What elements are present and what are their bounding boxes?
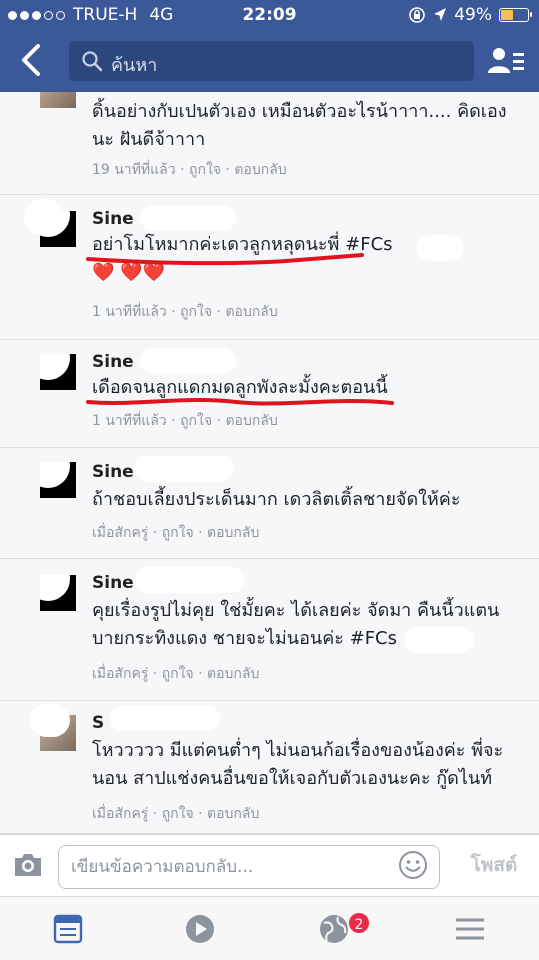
redaction-mark bbox=[24, 199, 64, 235]
comment-item: Sine ถ้าชอบเลี้ยงประเด็นมาก เดวลิตเติ้ลช… bbox=[0, 448, 539, 559]
redaction-mark bbox=[134, 456, 234, 482]
search-placeholder: ค้นหา bbox=[111, 55, 158, 76]
bottom-tab-bar bbox=[0, 896, 539, 960]
comment-time: 1 นาทีที่แล้ว bbox=[92, 413, 167, 429]
commenter-name[interactable]: Sine bbox=[92, 462, 134, 482]
comment-item: S โหววววว มีแต่คนต่ำๆ ไม่นอนก้อเรื่องของ… bbox=[0, 701, 539, 834]
camera-icon[interactable] bbox=[12, 851, 44, 879]
like-link[interactable]: ถูกใจ bbox=[162, 806, 194, 822]
heart-emojis: ❤️ ❤️❤️ bbox=[92, 262, 165, 283]
comment-meta: 19 นาทีที่แล้ว · ถูกใจ · ตอบกลับ bbox=[92, 162, 287, 178]
reply-link[interactable]: ตอบกลับ bbox=[207, 806, 259, 822]
comment-text: เดือดจนลูกแดกมดลูกพังละมั้งคะตอนนี้ bbox=[92, 377, 388, 398]
comment-item: Sine เดือดจนลูกแดกมดลูกพังละมั้งคะตอนนี้… bbox=[0, 340, 539, 448]
redaction-mark bbox=[140, 205, 236, 231]
reply-input[interactable] bbox=[58, 845, 440, 889]
comment-meta: 1 นาทีที่แล้ว · ถูกใจ · ตอบกลับ bbox=[92, 413, 278, 429]
like-link[interactable]: ถูกใจ bbox=[189, 162, 221, 178]
commenter-name[interactable]: Sine bbox=[92, 352, 134, 372]
video-icon[interactable] bbox=[180, 911, 220, 947]
search-icon bbox=[82, 51, 103, 72]
like-link[interactable]: ถูกใจ bbox=[180, 413, 212, 429]
commenter-name[interactable]: S bbox=[92, 713, 104, 733]
comment-text: ถ้าชอบเลี้ยงประเด็นมาก เดวลิตเติ้ลชายจัด… bbox=[92, 489, 461, 510]
emoji-icon[interactable] bbox=[398, 850, 428, 880]
comment-meta: 1 นาทีที่แล้ว · ถูกใจ · ตอบกลับ bbox=[92, 304, 278, 320]
redaction-mark bbox=[140, 348, 236, 374]
redaction-mark bbox=[30, 703, 70, 737]
comment-item: ดิ้นอย่างกับเปนตัวเอง เหมือนตัวอะไรน้าาา… bbox=[0, 92, 539, 195]
comment-time: เมื่อสักครู่ bbox=[92, 525, 149, 541]
menu-icon[interactable] bbox=[450, 911, 490, 947]
like-link[interactable]: ถูกใจ bbox=[162, 666, 194, 682]
reply-link[interactable]: ตอบกลับ bbox=[225, 413, 277, 429]
top-navigation: TRUE-H 4G 22:09 49% ค้นหา bbox=[0, 0, 539, 92]
comment-text: อย่าโมโหมากค่ะเดวลูกหลุดนะพี่ #FCs bbox=[92, 234, 393, 255]
redaction-mark bbox=[134, 567, 244, 593]
rotation-lock-icon bbox=[409, 7, 426, 23]
comment-meta: เมื่อสักครู่ · ถูกใจ · ตอบกลับ bbox=[92, 525, 260, 541]
redaction-mark bbox=[416, 235, 464, 261]
reply-link[interactable]: ตอบกลับ bbox=[234, 162, 286, 178]
back-arrow-icon[interactable] bbox=[16, 42, 48, 78]
comment-time: เมื่อสักครู่ bbox=[92, 806, 149, 822]
like-link[interactable]: ถูกใจ bbox=[180, 304, 212, 320]
comment-time: เมื่อสักครู่ bbox=[92, 666, 149, 682]
status-bar: TRUE-H 4G 22:09 49% bbox=[0, 0, 539, 30]
comment-list[interactable]: ดิ้นอย่างกับเปนตัวเอง เหมือนตัวอะไรน้าาา… bbox=[0, 92, 539, 834]
friend-requests-icon[interactable] bbox=[486, 45, 526, 77]
reply-link[interactable]: ตอบกลับ bbox=[225, 304, 277, 320]
comment-meta: เมื่อสักครู่ · ถูกใจ · ตอบกลับ bbox=[92, 806, 260, 822]
comment-meta: เมื่อสักครู่ · ถูกใจ · ตอบกลับ bbox=[92, 666, 260, 682]
comment-item: Sine คุยเรื่องรูปไม่คุย ใช่มั้ยคะ ได้เลย… bbox=[0, 559, 539, 701]
comment-text: โหววววว มีแต่คนต่ำๆ ไม่นอนก้อเรื่องของน้… bbox=[92, 740, 504, 789]
commenter-name[interactable]: Sine bbox=[92, 209, 134, 229]
location-arrow-icon bbox=[434, 8, 447, 21]
reply-link[interactable]: ตอบกลับ bbox=[207, 666, 259, 682]
avatar[interactable] bbox=[40, 92, 76, 108]
comment-text: ดิ้นอย่างกับเปนตัวเอง เหมือนตัวอะไรน้าาา… bbox=[92, 101, 507, 150]
post-button[interactable]: โพสต์ bbox=[454, 850, 534, 880]
avatar[interactable] bbox=[40, 354, 76, 390]
reply-link[interactable]: ตอบกลับ bbox=[207, 525, 259, 541]
redaction-mark bbox=[110, 705, 220, 731]
battery-percent: 49% bbox=[454, 5, 492, 25]
news-feed-icon[interactable] bbox=[48, 911, 88, 947]
like-link[interactable]: ถูกใจ bbox=[162, 525, 194, 541]
comment-item: Sine อย่าโมโหมากค่ะเดวลูกหลุดนะพี่ #FCs … bbox=[0, 195, 539, 340]
notifications-badge: 2 bbox=[347, 911, 371, 935]
avatar[interactable] bbox=[40, 462, 76, 498]
comment-time: 19 นาทีที่แล้ว bbox=[92, 162, 176, 178]
avatar[interactable] bbox=[40, 575, 76, 611]
battery-icon bbox=[499, 8, 532, 22]
commenter-name[interactable]: Sine bbox=[92, 573, 134, 593]
comment-time: 1 นาทีที่แล้ว bbox=[92, 304, 167, 320]
search-field[interactable]: ค้นหา bbox=[69, 41, 474, 81]
redaction-mark bbox=[404, 627, 474, 653]
